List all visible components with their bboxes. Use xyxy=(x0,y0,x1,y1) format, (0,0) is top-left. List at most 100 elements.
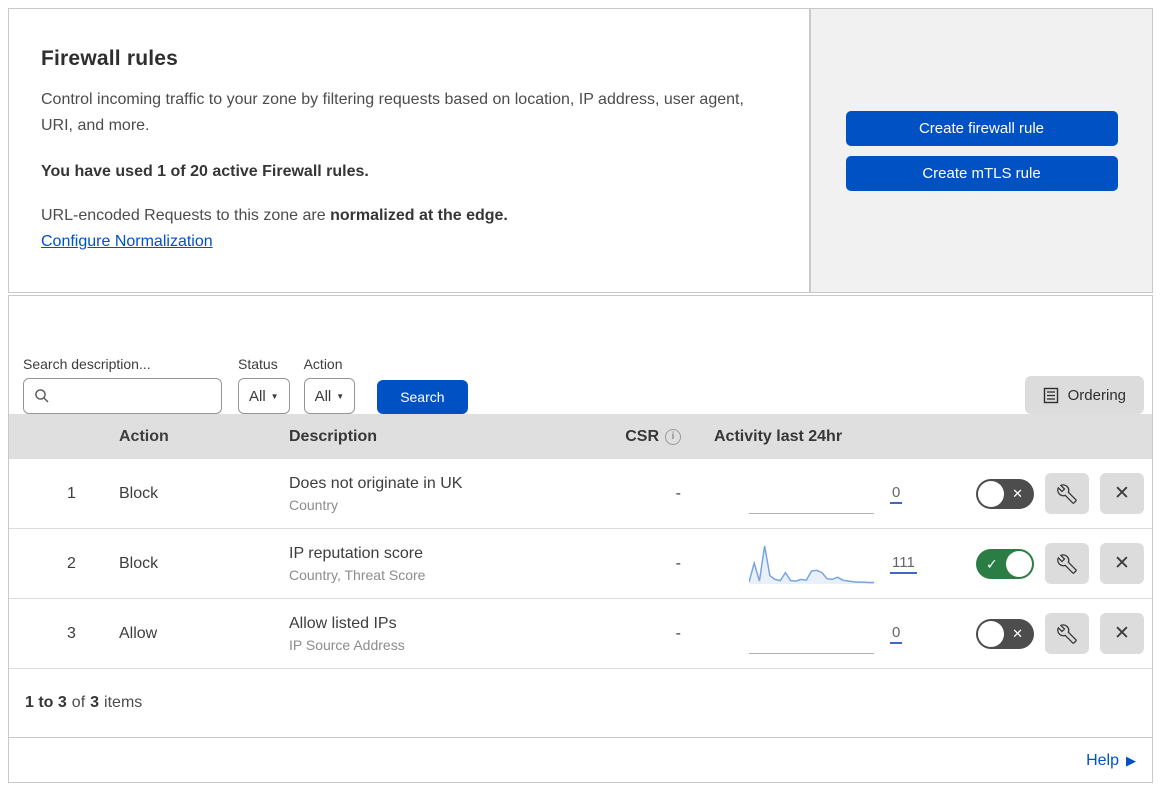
column-header-action: Action xyxy=(119,427,169,445)
rule-criteria: Country, Threat Score xyxy=(289,566,426,583)
of-text: of xyxy=(71,694,86,711)
top-section: Firewall rules Control incoming traffic … xyxy=(8,8,1153,293)
filter-bar: Search description... Status All ▼ Actio… xyxy=(9,296,1152,414)
firewall-header-card: Firewall rules Control incoming traffic … xyxy=(8,8,810,293)
rule-csr-value: - xyxy=(675,624,681,642)
ordering-list-icon xyxy=(1043,387,1058,403)
rule-action: Allow xyxy=(119,624,158,642)
rule-controls: ✓ ✕ ✕ xyxy=(929,613,1152,654)
wrench-icon xyxy=(1057,483,1077,504)
close-icon: ✕ xyxy=(1114,623,1130,644)
page-title: Firewall rules xyxy=(41,47,179,70)
status-label: Status xyxy=(238,356,278,372)
search-input[interactable] xyxy=(56,388,206,404)
chevron-down-icon: ▼ xyxy=(270,391,279,401)
column-header-description: Description xyxy=(289,427,378,445)
rule-action: Block xyxy=(119,554,159,572)
activity-count-link[interactable]: 0 xyxy=(890,484,903,504)
help-arrow-icon: ▶ xyxy=(1126,752,1136,768)
rule-activity-cell: 0 xyxy=(689,614,929,654)
create-firewall-rule-button[interactable]: Create firewall rule xyxy=(845,111,1118,146)
delete-rule-button[interactable]: ✕ xyxy=(1100,473,1144,514)
rule-priority: 2 xyxy=(67,554,76,572)
activity-count-link[interactable]: 0 xyxy=(890,624,903,644)
action-filter-group: Action All ▼ xyxy=(303,356,356,414)
rule-enabled-toggle[interactable]: ✓ ✕ xyxy=(976,478,1034,509)
ordering-button[interactable]: Ordering xyxy=(1024,376,1144,414)
column-header-activity: Activity last 24hr xyxy=(714,427,843,445)
ordering-button-label: Ordering xyxy=(1067,386,1126,404)
table-row: 2 Block IP reputation score Country, Thr… xyxy=(9,529,1152,599)
search-group: Search description... xyxy=(23,356,222,414)
rule-activity-cell: 0 xyxy=(689,474,929,514)
toggle-x-icon: ✕ xyxy=(1012,625,1023,641)
toggle-knob xyxy=(978,620,1004,647)
info-icon[interactable]: i xyxy=(665,428,681,445)
edit-rule-button[interactable] xyxy=(1045,613,1089,654)
normalization-text: URL-encoded Requests to this zone are xyxy=(41,207,331,224)
toggle-knob xyxy=(978,480,1004,507)
rule-description: Allow listed IPs xyxy=(289,614,397,632)
toggle-x-icon: ✕ xyxy=(1012,485,1023,501)
rule-action: Block xyxy=(119,484,159,502)
help-label: Help xyxy=(1086,751,1119,769)
wrench-icon xyxy=(1057,553,1077,574)
search-box[interactable] xyxy=(23,378,222,414)
action-dropdown-value: All xyxy=(314,387,332,405)
search-button[interactable]: Search xyxy=(377,380,468,414)
delete-rule-button[interactable]: ✕ xyxy=(1100,613,1144,654)
pagination-summary: 1 to 3 of 3 items xyxy=(9,669,1152,737)
create-mtls-rule-button[interactable]: Create mTLS rule xyxy=(845,156,1118,191)
status-dropdown[interactable]: All ▼ xyxy=(238,378,290,414)
normalization-notice: URL-encoded Requests to this zone are no… xyxy=(41,207,769,225)
toggle-check-icon: ✓ xyxy=(986,555,998,572)
table-row: 3 Allow Allow listed IPs IP Source Addre… xyxy=(9,599,1152,669)
close-icon: ✕ xyxy=(1114,483,1130,504)
items-total: 3 xyxy=(90,694,100,711)
rule-description-cell: Does not originate in UK Country xyxy=(274,475,579,513)
rule-controls: ✓ ✕ ✕ xyxy=(929,543,1152,584)
activity-sparkline xyxy=(749,474,874,514)
rule-criteria: Country xyxy=(289,496,339,513)
activity-sparkline xyxy=(748,542,874,586)
status-dropdown-value: All xyxy=(249,387,266,405)
status-filter-group: Status All ▼ xyxy=(238,356,290,414)
table-row: 1 Block Does not originate in UK Country… xyxy=(9,459,1152,529)
rule-enabled-toggle[interactable]: ✓ ✕ xyxy=(976,548,1034,579)
normalization-bold: normalized at the edge. xyxy=(330,207,508,224)
configure-normalization-link[interactable]: Configure Normalization xyxy=(41,233,213,251)
edit-rule-button[interactable] xyxy=(1045,473,1089,514)
table-header: Action Description CSR i Activity last 2… xyxy=(9,414,1152,459)
rule-priority: 1 xyxy=(67,484,76,502)
rule-description: IP reputation score xyxy=(289,544,424,562)
rules-list-card: Search description... Status All ▼ Actio… xyxy=(8,295,1153,783)
help-link[interactable]: Help ▶ xyxy=(1086,752,1136,770)
action-label: Action xyxy=(303,356,343,372)
page-description: Control incoming traffic to your zone by… xyxy=(41,91,744,134)
delete-rule-button[interactable]: ✕ xyxy=(1100,543,1144,584)
rule-controls: ✓ ✕ ✕ xyxy=(929,473,1152,514)
edit-rule-button[interactable] xyxy=(1045,543,1089,584)
rule-csr-value: - xyxy=(675,554,681,572)
rule-activity-cell: 111 xyxy=(689,542,929,586)
rule-criteria: IP Source Address xyxy=(289,636,405,653)
column-header-csr: CSR i xyxy=(579,428,689,446)
search-icon xyxy=(35,389,49,403)
action-dropdown[interactable]: All ▼ xyxy=(303,378,356,414)
wrench-icon xyxy=(1057,623,1077,644)
rule-enabled-toggle[interactable]: ✓ ✕ xyxy=(976,618,1034,649)
usage-notice: You have used 1 of 20 active Firewall ru… xyxy=(41,163,369,180)
items-text: items xyxy=(104,694,143,711)
activity-count-link[interactable]: 111 xyxy=(890,554,917,574)
rule-description-cell: IP reputation score Country, Threat Scor… xyxy=(274,545,579,583)
csr-header-label: CSR xyxy=(625,427,659,445)
activity-sparkline xyxy=(749,614,874,654)
rule-priority: 3 xyxy=(67,624,76,642)
search-label: Search description... xyxy=(23,356,151,372)
rule-description: Does not originate in UK xyxy=(289,474,463,492)
rule-csr-value: - xyxy=(675,484,681,502)
rule-description-cell: Allow listed IPs IP Source Address xyxy=(274,615,579,653)
items-range: 1 to 3 xyxy=(25,694,67,711)
close-icon: ✕ xyxy=(1114,553,1130,574)
toggle-knob xyxy=(1006,550,1032,577)
